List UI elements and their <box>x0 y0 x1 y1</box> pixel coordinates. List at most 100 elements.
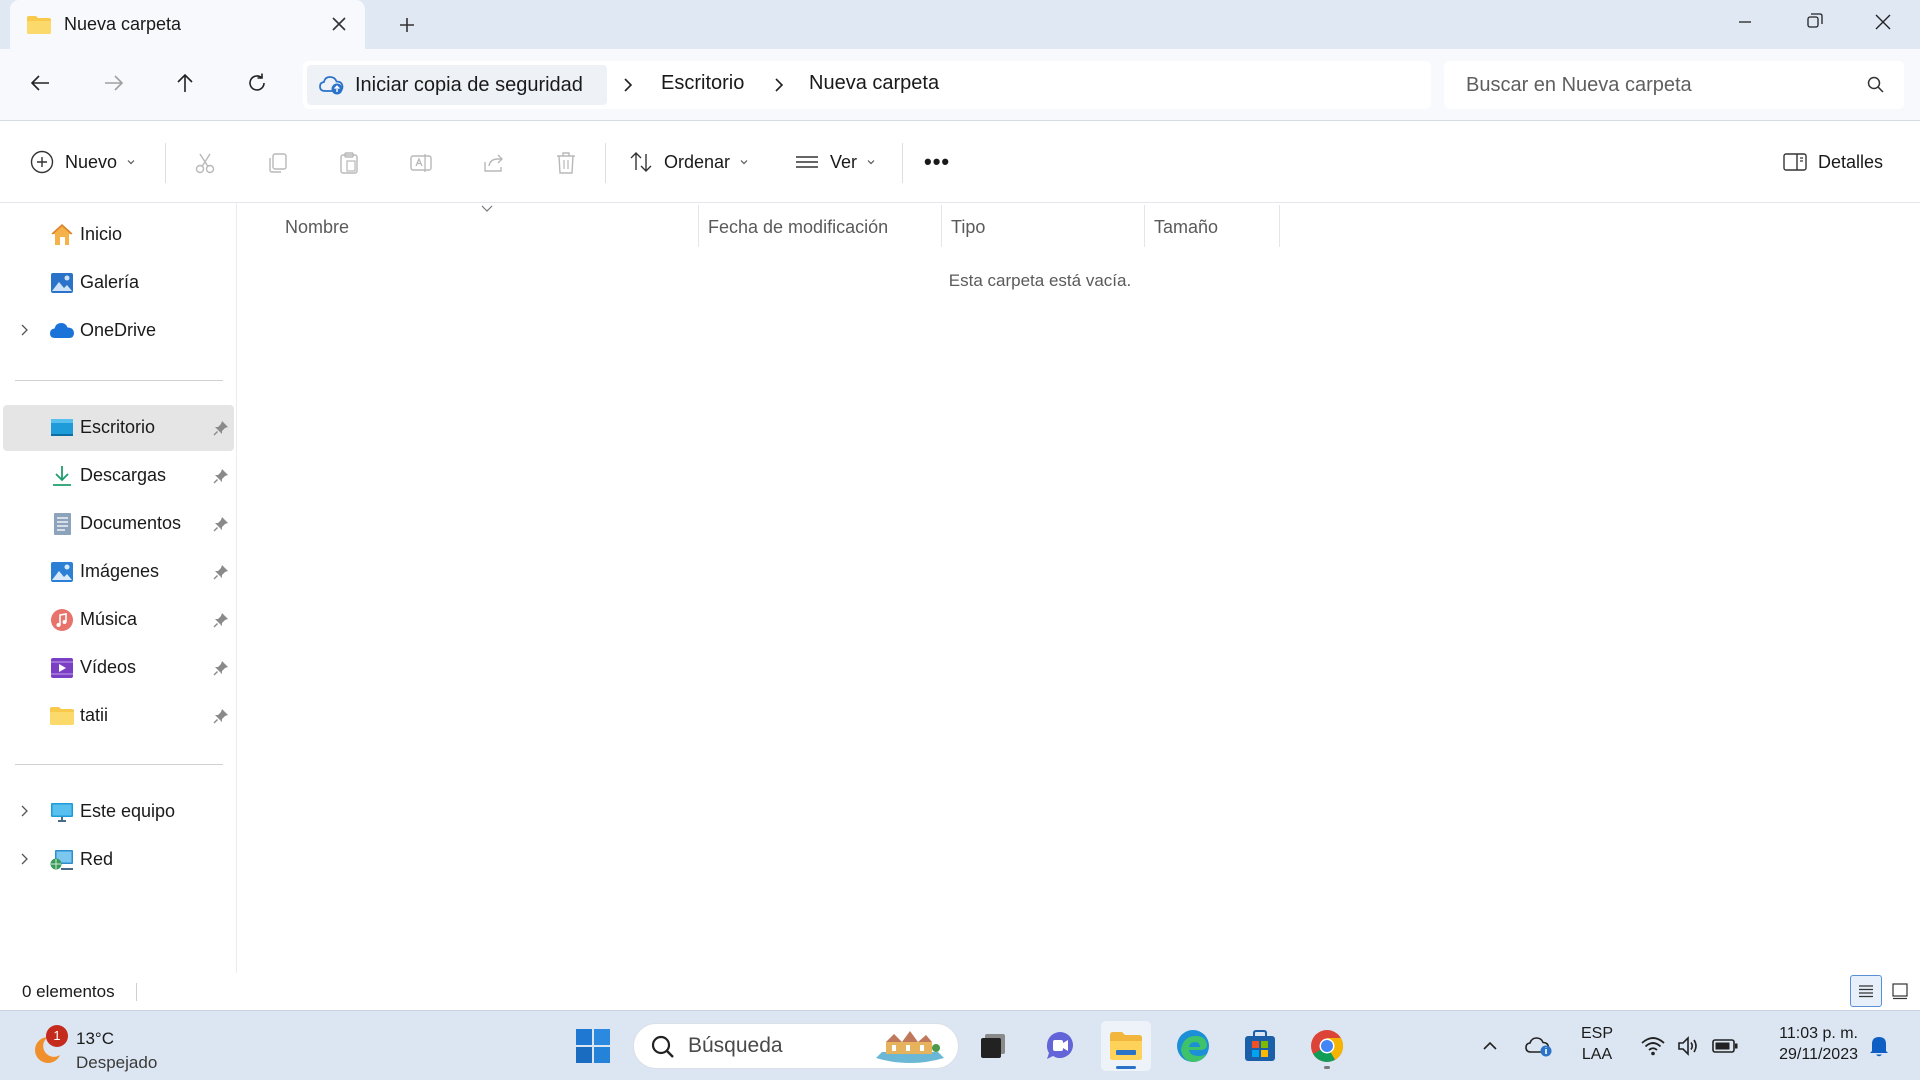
new-tab-button[interactable] <box>392 12 422 38</box>
new-label: Nuevo <box>65 151 118 172</box>
chrome-browser-icon <box>1309 1028 1345 1064</box>
share-icon[interactable] <box>477 146 511 180</box>
taskbar-task-view[interactable] <box>968 1021 1018 1071</box>
chevron-right-icon[interactable] <box>17 322 31 343</box>
more-icon: ••• <box>924 149 951 174</box>
details-button[interactable]: Detalles <box>1782 141 1883 183</box>
restore-button[interactable] <box>1778 0 1848 44</box>
rename-icon[interactable] <box>404 146 438 180</box>
window-tab[interactable]: Nueva carpeta <box>10 0 365 49</box>
pin-icon[interactable] <box>212 419 230 442</box>
search-box[interactable] <box>1444 61 1904 109</box>
sidebar-item-label: Imágenes <box>80 561 160 581</box>
minimize-button[interactable] <box>1710 0 1780 44</box>
language-indicator[interactable]: ESP LAA <box>1572 1023 1622 1065</box>
up-button[interactable] <box>163 63 207 103</box>
sidebar-item-inicio[interactable]: Inicio <box>3 212 234 258</box>
sidebar-item-imagenes[interactable]: Imágenes <box>3 549 234 595</box>
weather-widget[interactable]: 1 13°C Despejado <box>26 1019 186 1073</box>
taskbar-search[interactable] <box>633 1023 959 1069</box>
sidebar-item-documentos[interactable]: Documentos <box>3 501 234 547</box>
pin-icon[interactable] <box>212 707 230 730</box>
sidebar-item-red[interactable]: Red <box>3 837 234 883</box>
chevron-right-icon[interactable] <box>770 75 788 95</box>
pin-icon[interactable] <box>212 563 230 586</box>
file-list[interactable]: Nombre Fecha de modificación Tipo Tamaño… <box>238 203 1920 973</box>
task-view-icon <box>977 1030 1009 1062</box>
sidebar-item-label: Este equipo <box>80 801 176 821</box>
pin-icon[interactable] <box>212 467 230 490</box>
taskbar-file-explorer[interactable] <box>1101 1021 1151 1071</box>
sort-button[interactable]: Ordenar <box>628 141 750 183</box>
breadcrumb-nueva-carpeta[interactable]: Nueva carpeta <box>809 72 939 95</box>
column-divider[interactable] <box>1279 205 1280 247</box>
sidebar-item-escritorio[interactable]: Escritorio <box>3 405 234 451</box>
pin-icon[interactable] <box>212 611 230 634</box>
chevron-right-icon[interactable] <box>17 851 31 872</box>
column-header-name[interactable]: Nombre <box>285 205 695 247</box>
paste-icon[interactable] <box>332 146 366 180</box>
taskbar-chrome[interactable] <box>1302 1021 1352 1071</box>
sidebar-item-descargas[interactable]: Descargas <box>3 453 234 499</box>
close-window-button[interactable] <box>1848 0 1918 44</box>
start-button[interactable] <box>568 1021 618 1071</box>
sidebar-item-este-equipo[interactable]: Este equipo <box>3 789 234 835</box>
sidebar-item-videos[interactable]: Vídeos <box>3 645 234 691</box>
search-icon[interactable] <box>1866 75 1886 100</box>
address-bar[interactable]: Iniciar copia de seguridad Escritorio Nu… <box>303 61 1431 109</box>
sidebar-item-musica[interactable]: Música <box>3 597 234 643</box>
onedrive-tray-button[interactable] <box>1522 1031 1556 1061</box>
chevron-right-icon[interactable] <box>619 75 637 95</box>
clock[interactable]: 11:03 p. m. 29/11/2023 <box>1754 1023 1858 1065</box>
cut-icon[interactable] <box>188 146 222 180</box>
search-input[interactable] <box>1444 61 1844 109</box>
pin-icon[interactable] <box>212 515 230 538</box>
notifications-button[interactable] <box>1864 1031 1894 1061</box>
breadcrumb-escritorio[interactable]: Escritorio <box>661 72 744 95</box>
volume-button[interactable] <box>1672 1031 1706 1061</box>
sidebar-item-label: Red <box>80 849 114 869</box>
sidebar-item-label: Vídeos <box>80 657 137 677</box>
list-view-icon <box>1856 981 1876 1001</box>
chevron-right-icon[interactable] <box>17 803 31 824</box>
pin-icon[interactable] <box>212 659 230 682</box>
column-divider[interactable] <box>941 205 942 247</box>
gallery-icon <box>49 270 75 296</box>
sidebar-item-onedrive[interactable]: OneDrive <box>3 308 234 354</box>
backup-button[interactable]: Iniciar copia de seguridad <box>307 65 607 105</box>
status-divider <box>136 983 137 1001</box>
forward-button[interactable] <box>91 63 135 103</box>
sidebar-item-galeria[interactable]: Galería <box>3 260 234 306</box>
taskbar: 1 13°C Despejado Búsqueda ESP LAA 11:03 … <box>0 1010 1920 1080</box>
search-highlight-image-icon <box>872 1028 948 1071</box>
taskbar-search-input[interactable] <box>688 1024 868 1068</box>
more-options-button[interactable]: ••• <box>920 141 950 183</box>
sidebar-item-label: Descargas <box>80 465 167 485</box>
column-divider[interactable] <box>1144 205 1145 247</box>
volume-icon <box>1676 1035 1702 1057</box>
column-divider[interactable] <box>698 205 699 247</box>
column-header-modified[interactable]: Fecha de modificación <box>708 205 938 247</box>
battery-button[interactable] <box>1708 1031 1742 1061</box>
copy-icon[interactable] <box>261 146 295 180</box>
weather-temperature: 13°C <box>76 1029 114 1048</box>
new-button[interactable]: Nuevo <box>29 141 137 183</box>
view-button[interactable]: Ver <box>794 141 877 183</box>
sidebar-item-tatii[interactable]: tatii <box>3 693 234 739</box>
sort-icon <box>628 149 654 175</box>
taskbar-edge[interactable] <box>1168 1021 1218 1071</box>
back-button[interactable] <box>19 63 63 103</box>
column-header-size[interactable]: Tamaño <box>1154 205 1274 247</box>
taskbar-microsoft-store[interactable] <box>1235 1021 1285 1071</box>
show-hidden-icons-button[interactable] <box>1476 1031 1504 1061</box>
taskbar-teams-chat[interactable] <box>1035 1021 1085 1071</box>
close-tab-icon[interactable] <box>327 12 351 36</box>
refresh-button[interactable] <box>235 63 279 103</box>
details-view-button[interactable] <box>1850 975 1882 1007</box>
large-icons-view-button[interactable] <box>1884 975 1916 1007</box>
address-row: Iniciar copia de seguridad Escritorio Nu… <box>0 49 1920 120</box>
wifi-button[interactable] <box>1636 1031 1670 1061</box>
delete-icon[interactable] <box>549 146 583 180</box>
column-header-type[interactable]: Tipo <box>951 205 1141 247</box>
plus-circle-icon <box>29 149 55 175</box>
